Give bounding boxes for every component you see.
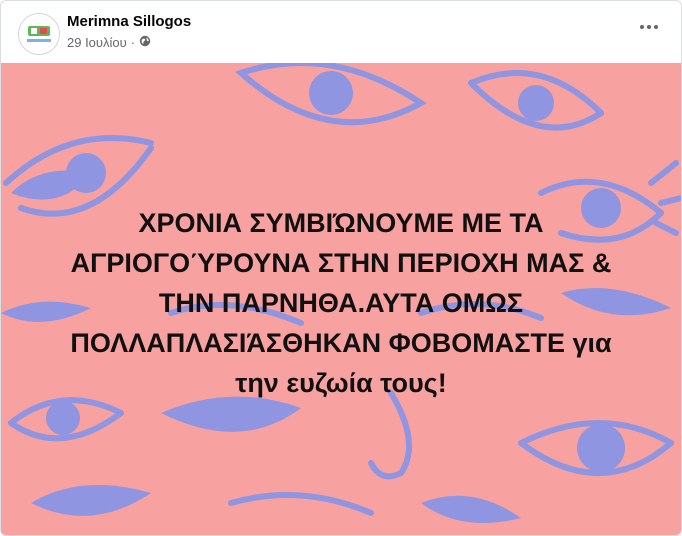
post-date[interactable]: 29 Ιουλίου: [67, 35, 127, 50]
globe-icon[interactable]: [139, 35, 151, 50]
image-text: ΧΡΟΝΙΑ ΣΥΜΒΙΏΝΟΥΜΕ ΜΕ ΤΑ ΑΓΡΙΟΓΟΎΡΟΥΝΑ Σ…: [70, 208, 612, 398]
post-meta: 29 Ιουλίου ·: [67, 35, 151, 50]
author-name[interactable]: Merimna Sillogos: [67, 13, 191, 30]
more-options-icon: [640, 25, 658, 29]
post-image[interactable]: ΧΡΟΝΙΑ ΣΥΜΒΙΏΝΟΥΜΕ ΜΕ ΤΑ ΑΓΡΙΟΓΟΎΡΟΥΝΑ Σ…: [1, 63, 681, 535]
facebook-post: Merimna Sillogos 29 Ιουλίου · ΧΡΟΝΙΑ ΣΥΜ…: [0, 0, 682, 536]
author-avatar[interactable]: [18, 13, 60, 55]
organization-logo-icon: [19, 14, 59, 54]
post-header: Merimna Sillogos 29 Ιουλίου ·: [1, 1, 681, 63]
more-options-button[interactable]: [631, 13, 667, 41]
meta-separator: ·: [130, 35, 136, 50]
